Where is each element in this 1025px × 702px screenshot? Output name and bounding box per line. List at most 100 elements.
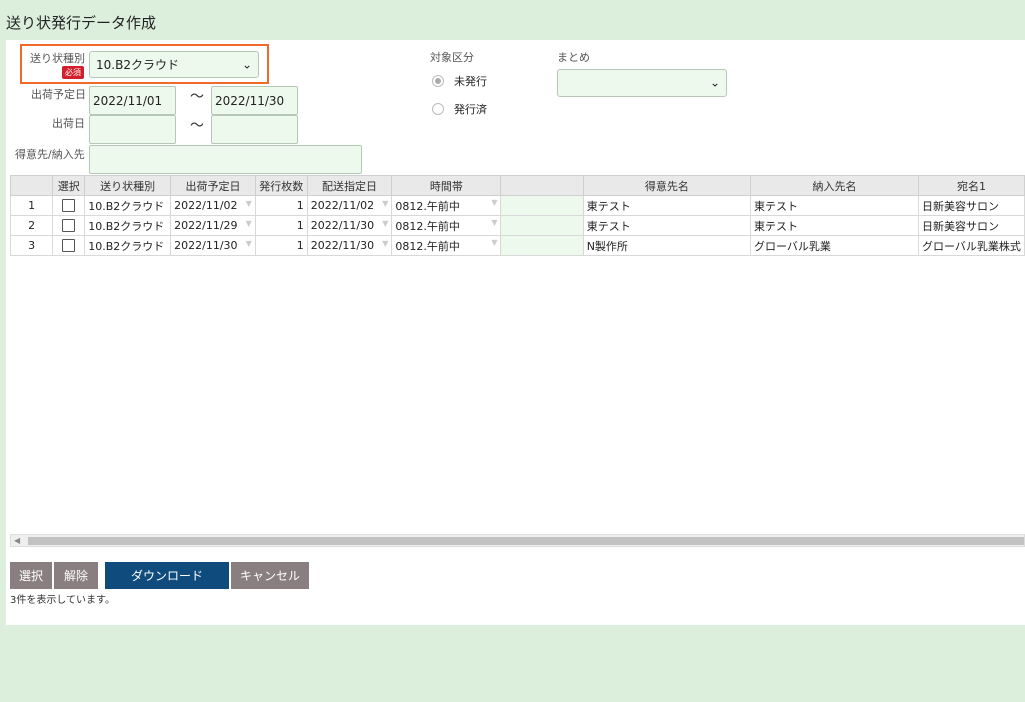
cell-blank[interactable] <box>500 215 584 236</box>
scrollbar-thumb[interactable] <box>28 537 1024 545</box>
cell-delivery-date-value: 2022/11/30 <box>310 219 375 232</box>
col-header-blank[interactable] <box>500 175 584 196</box>
cell-customer: 東テスト <box>582 215 751 236</box>
clear-button[interactable]: 解除 <box>54 562 98 589</box>
checkbox-icon <box>62 199 76 213</box>
summary-label: まとめ <box>557 51 590 64</box>
radio-unissued[interactable]: 未発行 <box>432 73 487 89</box>
cell-delivery-date[interactable]: 2022/11/02 ▼ <box>306 195 393 216</box>
checkbox-icon <box>62 239 76 253</box>
cell-addressee: 日新美容サロン <box>918 195 1025 216</box>
ship-date-to-input[interactable]: 2022/11/30 <box>211 86 298 115</box>
col-header-no <box>9 175 54 196</box>
cell-count[interactable]: 1 <box>254 215 308 236</box>
dropdown-arrow-icon: ▼ <box>382 199 389 208</box>
cell-ship-date-value: 2022/11/30 <box>174 239 238 252</box>
col-header-count[interactable]: 発行枚数 <box>254 175 308 196</box>
cell-ship-date-value: 2022/11/02 <box>174 199 238 212</box>
table-row[interactable]: 2 10.B2クラウド 2022/11/29 ▼ 1 2022/11/30 ▼ 08… <box>9 215 1025 236</box>
dropdown-arrow-icon: ▼ <box>491 197 498 207</box>
shipped-date-to-input[interactable] <box>211 115 298 144</box>
checkbox-icon <box>62 219 76 233</box>
ship-date-label: 出荷予定日 <box>31 88 86 101</box>
cell-dest: グローバル乳業 <box>749 235 920 256</box>
cell-dest: 東テスト <box>749 215 920 236</box>
shipped-date-label: 出荷日 <box>52 117 85 130</box>
invoice-type-label: 送り状種別 <box>30 52 85 65</box>
col-header-delivery-date[interactable]: 配送指定日 <box>306 175 393 196</box>
invoice-type-value: 10.B2クラウド <box>96 58 179 72</box>
cell-time[interactable]: 0812.午前中 ▼ <box>391 235 502 256</box>
cell-count[interactable]: 1 <box>254 195 308 216</box>
row-select-checkbox[interactable] <box>52 235 86 256</box>
col-header-addressee[interactable]: 宛名1 <box>918 175 1025 196</box>
row-number: 2 <box>9 215 54 236</box>
col-header-ship-date[interactable]: 出荷予定日 <box>170 175 256 196</box>
cell-type: 10.B2クラウド <box>84 215 172 236</box>
col-header-time[interactable]: 時間帯 <box>391 175 502 196</box>
col-header-select[interactable]: 選択 <box>52 175 86 196</box>
radio-issued-label: 発行済 <box>454 103 487 116</box>
cell-ship-date[interactable]: 2022/11/30 ▼ <box>170 235 256 256</box>
ship-date-from-input[interactable]: 2022/11/01 <box>89 86 176 115</box>
status-text: 3件を表示しています。 <box>10 595 116 606</box>
cell-addressee: 日新美容サロン <box>918 215 1025 236</box>
invoice-type-select[interactable]: 10.B2クラウド ⌄ <box>89 51 259 78</box>
required-badge: 必須 <box>62 66 84 79</box>
customer-input[interactable] <box>89 145 362 174</box>
cell-delivery-date[interactable]: 2022/11/30 ▼ <box>306 215 393 236</box>
radio-unissued-label: 未発行 <box>454 75 487 88</box>
main-panel: 送り状種別 必須 10.B2クラウド ⌄ 出荷予定日 2022/11/01 〜 … <box>6 40 1025 625</box>
range-tilde: 〜 <box>190 89 204 105</box>
customer-label: 得意先/納入先 <box>15 148 85 161</box>
results-table: 選択 送り状種別 出荷予定日 発行枚数 配送指定日 時間帯 得意先名 納入先名 … <box>9 175 1025 256</box>
row-select-checkbox[interactable] <box>52 215 86 236</box>
dropdown-arrow-icon: ▼ <box>245 199 252 208</box>
summary-select[interactable]: ⌄ <box>557 69 727 97</box>
cell-delivery-date-value: 2022/11/02 <box>310 199 375 212</box>
col-header-dest[interactable]: 納入先名 <box>749 175 920 196</box>
cell-delivery-date[interactable]: 2022/11/30 ▼ <box>306 235 393 256</box>
shipped-date-from-input[interactable] <box>89 115 176 144</box>
scroll-left-arrow-icon[interactable]: ◀ <box>14 535 20 546</box>
cell-time-value: 0812.午前中 <box>395 199 460 213</box>
row-number: 3 <box>9 235 54 256</box>
cell-customer: 東テスト <box>582 195 751 216</box>
col-header-customer[interactable]: 得意先名 <box>582 175 751 196</box>
cell-dest: 東テスト <box>749 195 920 216</box>
cell-ship-date[interactable]: 2022/11/29 ▼ <box>170 215 256 236</box>
chevron-down-icon: ⌄ <box>241 56 252 71</box>
cell-blank[interactable] <box>500 195 584 216</box>
dropdown-arrow-icon: ▼ <box>491 217 498 227</box>
dropdown-arrow-icon: ▼ <box>382 219 389 228</box>
target-label: 対象区分 <box>430 51 474 64</box>
dropdown-arrow-icon: ▼ <box>491 237 498 247</box>
page-title: 送り状発行データ作成 <box>6 14 157 32</box>
table-row[interactable]: 1 10.B2クラウド 2022/11/02 ▼ 1 2022/11/02 ▼ 08… <box>9 195 1025 216</box>
cell-blank[interactable] <box>500 235 584 256</box>
cell-customer: N製作所 <box>582 235 751 256</box>
cell-time-value: 0812.午前中 <box>395 239 460 253</box>
cell-count[interactable]: 1 <box>254 235 308 256</box>
col-header-type[interactable]: 送り状種別 <box>84 175 172 196</box>
row-number: 1 <box>9 195 54 216</box>
radio-icon <box>432 75 444 87</box>
dropdown-arrow-icon: ▼ <box>245 239 252 248</box>
radio-icon <box>432 103 444 115</box>
cancel-button[interactable]: キャンセル <box>231 562 309 589</box>
cell-ship-date-value: 2022/11/29 <box>174 219 238 232</box>
cell-addressee: グローバル乳業株式 <box>918 235 1025 256</box>
radio-issued[interactable]: 発行済 <box>432 101 487 117</box>
range-tilde: 〜 <box>190 118 204 134</box>
table-row[interactable]: 3 10.B2クラウド 2022/11/30 ▼ 1 2022/11/30 ▼ 08… <box>9 235 1025 256</box>
horizontal-scrollbar[interactable]: ◀ <box>10 534 1025 547</box>
table-header-row: 選択 送り状種別 出荷予定日 発行枚数 配送指定日 時間帯 得意先名 納入先名 … <box>9 175 1025 196</box>
row-select-checkbox[interactable] <box>52 195 86 216</box>
cell-ship-date[interactable]: 2022/11/02 ▼ <box>170 195 256 216</box>
cell-delivery-date-value: 2022/11/30 <box>310 239 375 252</box>
chevron-down-icon: ⌄ <box>709 75 720 90</box>
cell-time[interactable]: 0812.午前中 ▼ <box>391 195 502 216</box>
select-all-button[interactable]: 選択 <box>10 562 52 589</box>
cell-time[interactable]: 0812.午前中 ▼ <box>391 215 502 236</box>
download-button[interactable]: ダウンロード <box>105 562 229 589</box>
